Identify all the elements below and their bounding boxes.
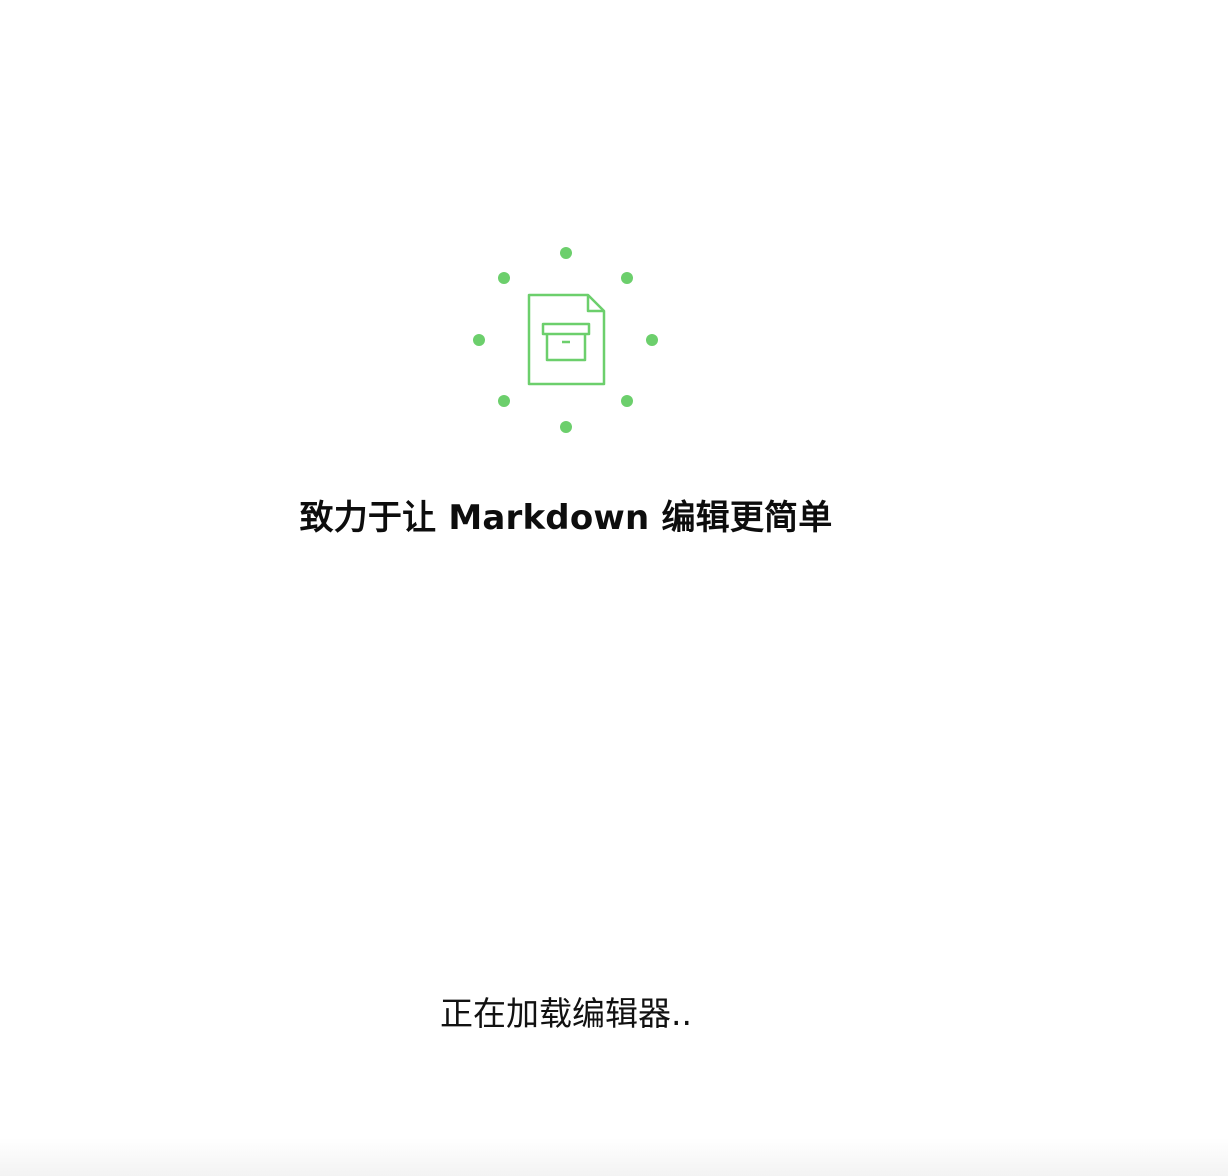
spinner-dot [646, 334, 658, 346]
spinner-dot [621, 395, 633, 407]
loading-status-text: 正在加载编辑器.. [440, 994, 692, 1033]
bottom-bar [0, 1138, 1228, 1176]
loading-spinner [462, 240, 668, 440]
spinner-dot [560, 247, 572, 259]
spinner-dot [473, 334, 485, 346]
spinner-dot [621, 272, 633, 284]
spinner-dot [498, 395, 510, 407]
loading-spinner-graphic [473, 247, 658, 433]
tagline: 致力于让 Markdown 编辑更简单 [299, 498, 833, 538]
spinner-dot [560, 421, 572, 433]
spinner-dot [498, 272, 510, 284]
archive-document-icon [527, 293, 606, 386]
